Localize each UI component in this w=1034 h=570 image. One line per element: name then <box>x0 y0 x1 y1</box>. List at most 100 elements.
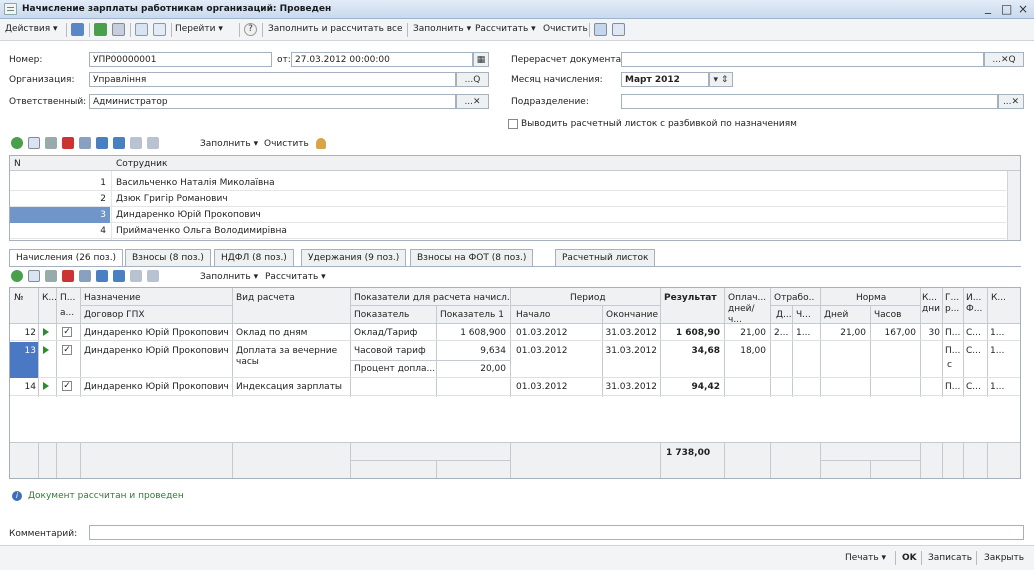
row-13-checkbox[interactable]: ✓ <box>62 345 72 355</box>
employee-row-3[interactable]: 3 Диндаренко Юрій Прокопович <box>10 207 1006 223</box>
date-field[interactable]: 27.03.2012 00:00:00 <box>291 52 473 67</box>
number-label: Номер: <box>9 55 43 65</box>
tab-accruals[interactable]: Начисления (26 поз.) <box>9 249 124 267</box>
employee-clear-button[interactable]: Очистить <box>264 139 309 149</box>
copy-icon[interactable] <box>135 23 148 36</box>
based-on-icon[interactable] <box>153 23 166 36</box>
tab-fot-contributions[interactable]: Взносы на ФОТ (8 поз.) <box>410 249 534 266</box>
employee-row-1[interactable]: 1 Васильченко Наталія Миколаївна <box>10 175 1006 191</box>
h-calc-type: Вид расчета <box>236 293 295 303</box>
acc-add-icon[interactable] <box>11 270 23 282</box>
print-menu[interactable]: Печать ▾ <box>845 553 886 563</box>
responsible-field[interactable]: Администратор <box>89 94 456 109</box>
save-button[interactable]: Записать <box>928 553 972 563</box>
title-bar: Начисление зарплаты работникам организац… <box>0 0 1034 19</box>
main-toolbar: Действия ▾ Перейти ▾ ? Заполнить и рассч… <box>0 19 1034 41</box>
h-no: № <box>14 293 24 303</box>
acc-move-down-icon[interactable] <box>113 270 125 282</box>
accruals-fill-menu[interactable]: Заполнить ▾ <box>200 272 258 282</box>
acc-sort-desc-icon[interactable] <box>147 270 159 282</box>
help-icon[interactable]: ? <box>244 23 257 36</box>
tab-ndfl[interactable]: НДФЛ (8 поз.) <box>214 249 294 266</box>
status-message: Документ рассчитан и проведен <box>28 491 184 501</box>
org-field[interactable]: Управління <box>89 72 456 87</box>
comment-label: Комментарий: <box>9 529 78 539</box>
payslip-checkbox[interactable] <box>508 119 518 129</box>
h-a: а... <box>60 308 75 318</box>
employee-fill-menu[interactable]: Заполнить ▾ <box>200 139 258 149</box>
structure-icon[interactable] <box>612 23 625 36</box>
employees-header: N Сотрудник <box>10 156 1020 171</box>
recalc-label: Перерасчет документа: <box>511 55 625 65</box>
add-icon[interactable] <box>11 137 23 149</box>
post-icon[interactable] <box>94 23 107 36</box>
clear-button[interactable]: Очистить <box>543 24 588 34</box>
h-paid: Оплач... дней/ч... <box>728 293 767 325</box>
month-spinner-icon[interactable]: ▾ ⇕ <box>709 72 733 87</box>
responsible-clear-icon[interactable]: ...✕ <box>456 94 489 109</box>
actions-menu[interactable]: Действия ▾ <box>5 24 58 34</box>
acc-sort-asc-icon[interactable] <box>130 270 142 282</box>
ok-button[interactable]: OK <box>902 553 917 563</box>
fill-and-calc-all-button[interactable]: Заполнить и рассчитать все <box>268 24 403 34</box>
goto-menu[interactable]: Перейти ▾ <box>175 24 223 34</box>
org-label: Организация: <box>9 75 75 85</box>
move-up-icon[interactable] <box>96 137 108 149</box>
employee-row-4[interactable]: 4 Приймаченко Ольга Володимирівна <box>10 223 1006 239</box>
end-edit-icon[interactable] <box>79 137 91 149</box>
accruals-toolbar <box>11 270 164 286</box>
acc-end-edit-icon[interactable] <box>79 270 91 282</box>
number-field[interactable]: УПР00000001 <box>89 52 272 67</box>
h-indicator: Показатель <box>354 310 410 320</box>
row-12-checkbox[interactable]: ✓ <box>62 327 72 337</box>
close-button[interactable]: × <box>1018 2 1028 16</box>
row-14-checkbox[interactable]: ✓ <box>62 381 72 391</box>
h-kk: К... <box>991 293 1006 303</box>
acc-copy-icon[interactable] <box>28 270 40 282</box>
fill-menu[interactable]: Заполнить ▾ <box>413 24 471 34</box>
department-clear-icon[interactable]: ...✕ <box>998 94 1024 109</box>
save-icon[interactable] <box>71 23 84 36</box>
h-assignment: Назначение <box>84 293 141 303</box>
h-g: Г... р... <box>945 293 960 314</box>
acc-edit-icon[interactable] <box>45 270 57 282</box>
table-view-icon[interactable] <box>594 23 607 36</box>
close-form-button[interactable]: Закрыть <box>984 553 1024 563</box>
calendar-icon[interactable]: ▦ <box>473 52 489 67</box>
calc-menu[interactable]: Рассчитать ▾ <box>475 24 536 34</box>
h-norm-hours: Часов <box>874 310 902 320</box>
sort-desc-icon[interactable] <box>147 137 159 149</box>
org-select-icon[interactable]: ...Q <box>456 72 489 87</box>
minimize-button[interactable]: _ <box>985 0 991 14</box>
sort-asc-icon[interactable] <box>130 137 142 149</box>
acc-move-up-icon[interactable] <box>96 270 108 282</box>
delete-icon[interactable] <box>62 137 74 149</box>
unpost-icon[interactable] <box>112 23 125 36</box>
move-down-icon[interactable] <box>113 137 125 149</box>
recalc-field[interactable] <box>621 52 984 67</box>
person-icon[interactable] <box>316 138 326 149</box>
tab-deductions[interactable]: Удержания (9 поз.) <box>301 249 407 266</box>
tab-payslip[interactable]: Расчетный листок <box>555 249 656 266</box>
edit-icon[interactable] <box>45 137 57 149</box>
tab-contributions[interactable]: Взносы (8 поз.) <box>125 249 211 266</box>
recalc-select-icon[interactable]: ...✕Q <box>984 52 1024 67</box>
employees-table: N Сотрудник 1 Васильченко Наталія Микола… <box>9 155 1021 241</box>
employee-toolbar <box>11 137 164 153</box>
acc-delete-icon[interactable] <box>62 270 74 282</box>
department-field[interactable] <box>621 94 998 109</box>
maximize-button[interactable]: □ <box>1001 2 1012 16</box>
month-label: Месяц начисления: <box>511 75 603 85</box>
employee-row-2[interactable]: 2 Дзюк Григір Романович <box>10 191 1006 207</box>
comment-field[interactable] <box>89 525 1024 540</box>
h-period: Период <box>570 293 606 303</box>
accruals-calc-menu[interactable]: Рассчитать ▾ <box>265 272 326 282</box>
responsible-label: Ответственный: <box>9 97 87 107</box>
month-field[interactable]: Март 2012 <box>621 72 709 87</box>
payslip-checkbox-label: Выводить расчетный листок с разбивкой по… <box>521 119 797 129</box>
employees-scrollbar[interactable] <box>1007 171 1020 240</box>
col-employee: Сотрудник <box>116 159 168 169</box>
copy-row-icon[interactable] <box>28 137 40 149</box>
h-i: И... Ф... <box>966 293 983 314</box>
h-worked-hours: Ч... <box>796 310 811 320</box>
